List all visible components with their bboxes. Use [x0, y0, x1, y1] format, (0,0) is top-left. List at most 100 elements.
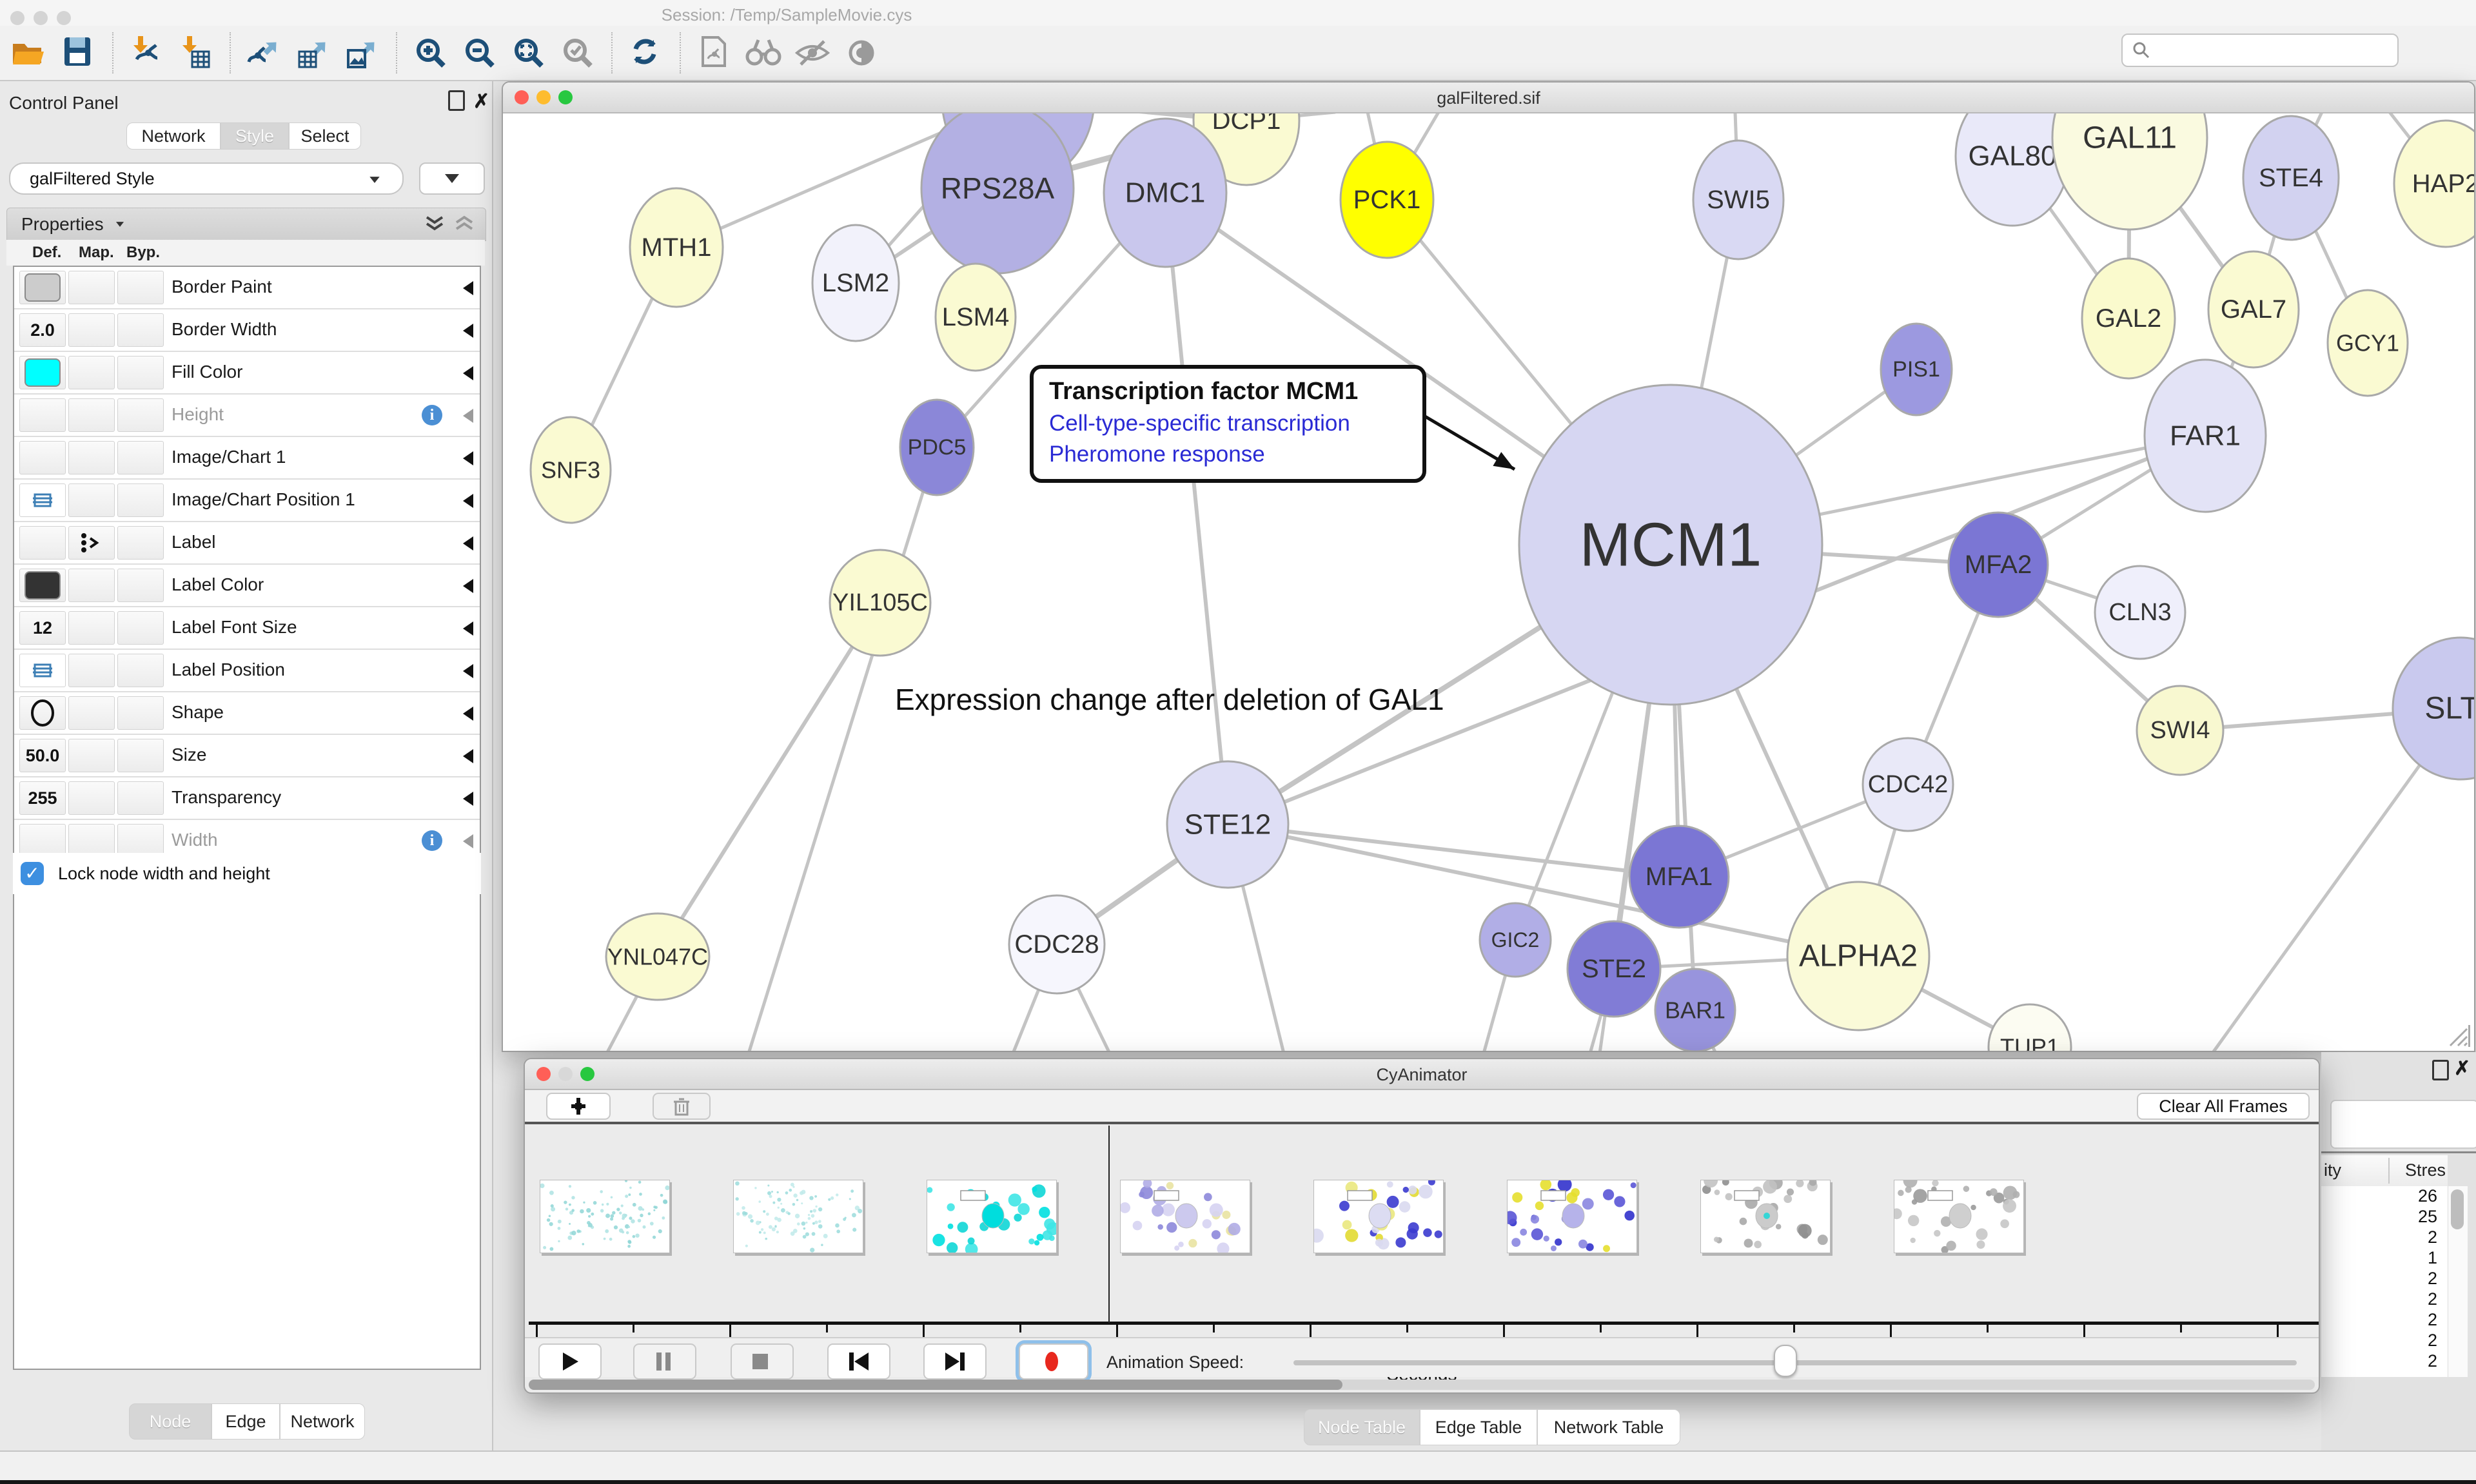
float-panel-icon[interactable] [2432, 1060, 2449, 1080]
mapping-cell[interactable] [68, 781, 115, 815]
annotation-box[interactable]: Transcription factor MCM1 Cell-type-spec… [1030, 365, 1426, 483]
clear-all-frames-button[interactable]: Clear All Frames [2137, 1093, 2310, 1120]
mapping-cell[interactable] [68, 569, 115, 602]
mapping-cell[interactable] [68, 313, 115, 347]
network-node-lsm4[interactable]: LSM4 [936, 264, 1016, 371]
delete-frame-button[interactable] [653, 1093, 711, 1120]
expand-property-icon[interactable] [463, 749, 473, 763]
default-value-cell[interactable] [19, 696, 66, 730]
table-row[interactable]: 2 [2321, 1227, 2448, 1248]
stop-button[interactable] [731, 1343, 794, 1380]
mapping-cell[interactable] [68, 739, 115, 772]
network-node-lsm2[interactable]: LSM2 [812, 225, 899, 341]
bypass-cell[interactable] [117, 739, 164, 772]
network-node-dmc1[interactable]: DMC1 [1104, 119, 1226, 267]
tab-network[interactable]: Network [280, 1403, 365, 1440]
bypass-cell[interactable] [117, 696, 164, 730]
frame-thumbnail-5[interactable] [1507, 1180, 1637, 1253]
playhead[interactable] [1108, 1126, 1110, 1323]
network-file-button[interactable] [694, 32, 735, 73]
cyanimator-timeline[interactable]: 0123456789 Seconds [525, 1124, 2319, 1337]
bypass-cell[interactable] [117, 313, 164, 347]
network-node-gic2[interactable]: GIC2 [1480, 903, 1551, 977]
collapse-all-icon[interactable] [453, 215, 475, 234]
network-node-pis1[interactable]: PIS1 [1881, 324, 1952, 415]
slider-handle[interactable] [1774, 1345, 1797, 1377]
bypass-cell[interactable] [117, 483, 164, 517]
table-row[interactable]: 2 [2321, 1269, 2448, 1289]
default-value-cell[interactable]: 12 [19, 611, 66, 645]
expand-property-icon[interactable] [463, 834, 473, 848]
default-value-cell[interactable] [19, 356, 66, 389]
network-node-gal7[interactable]: GAL7 [2208, 251, 2299, 367]
network-canvas[interactable]: RPS28BDCP1RPS28ADMC1PCK1MTH1LSM2LSM4SWI5… [503, 113, 2474, 1051]
default-value-cell[interactable] [19, 483, 66, 517]
open-session-button[interactable] [9, 32, 50, 73]
lock-size-checkbox[interactable]: ✓ [21, 862, 44, 885]
network-node-hap2[interactable]: HAP2 [2394, 121, 2474, 247]
network-node-yil105c[interactable]: YIL105C [830, 550, 930, 656]
network-node-far1[interactable]: FAR1 [2145, 360, 2266, 512]
search-input[interactable] [2121, 34, 2399, 67]
network-node-cdc28[interactable]: CDC28 [1009, 895, 1105, 993]
network-node-ste4[interactable]: STE4 [2243, 116, 2339, 240]
skip-start-button[interactable] [827, 1343, 890, 1380]
hide-selected-button[interactable] [792, 32, 833, 73]
frame-thumbnail-2[interactable] [927, 1180, 1057, 1253]
network-node-ynl047c[interactable]: YNL047C [606, 913, 709, 1000]
tab-select[interactable]: Select [289, 122, 361, 150]
column-divider[interactable] [2388, 1158, 2390, 1184]
export-network-button[interactable] [244, 32, 285, 73]
close-panel-icon[interactable]: ✗ [473, 90, 489, 113]
bypass-cell[interactable] [117, 271, 164, 304]
mapping-cell[interactable] [68, 654, 115, 687]
bypass-cell[interactable] [117, 441, 164, 474]
tab-network-table[interactable]: Network Table [1537, 1409, 1680, 1445]
network-node-gcy1[interactable]: GCY1 [2328, 290, 2408, 396]
tab-edge-table[interactable]: Edge Table [1420, 1409, 1537, 1445]
expand-property-icon[interactable] [463, 409, 473, 423]
mapping-cell[interactable] [68, 696, 115, 730]
bypass-cell[interactable] [117, 781, 164, 815]
expand-property-icon[interactable] [463, 707, 473, 721]
network-node-mfa1[interactable]: MFA1 [1629, 826, 1729, 928]
scrollbar-thumb[interactable] [2451, 1189, 2464, 1229]
network-node-alpha2[interactable]: ALPHA2 [1787, 882, 1929, 1030]
expand-property-icon[interactable] [463, 324, 473, 338]
export-table-button[interactable] [293, 32, 334, 73]
expand-property-icon[interactable] [463, 451, 473, 465]
skip-end-button[interactable] [923, 1343, 987, 1380]
tab-node-table[interactable]: Node Table [1304, 1409, 1420, 1445]
mapping-cell[interactable] [68, 398, 115, 432]
import-network-button[interactable] [126, 32, 168, 73]
network-node-ste2[interactable]: STE2 [1567, 921, 1660, 1017]
network-node-gal2[interactable]: GAL2 [2082, 259, 2175, 378]
info-icon[interactable]: i [422, 830, 442, 851]
refresh-layout-button[interactable] [625, 32, 667, 73]
network-node-mth1[interactable]: MTH1 [630, 188, 723, 307]
style-options-button[interactable] [419, 162, 485, 195]
expand-property-icon[interactable] [463, 366, 473, 380]
table-row[interactable]: 2 [2321, 1289, 2448, 1310]
frame-thumbnail-4[interactable] [1313, 1180, 1444, 1253]
style-dropdown[interactable]: galFiltered Style [9, 162, 404, 195]
table-row[interactable]: 2 [2321, 1351, 2448, 1372]
resize-grip[interactable] [2446, 1025, 2470, 1047]
expand-property-icon[interactable] [463, 494, 473, 508]
network-node-ste12[interactable]: STE12 [1167, 761, 1288, 888]
mapping-cell[interactable] [68, 356, 115, 389]
float-panel-icon[interactable] [448, 90, 465, 111]
table-row[interactable]: 2 [2321, 1331, 2448, 1351]
close-panel-icon[interactable]: ✗ [2454, 1057, 2470, 1080]
properties-header[interactable]: Properties [6, 208, 486, 241]
network-node-cln3[interactable]: CLN3 [2095, 566, 2185, 659]
network-node-bar1[interactable]: BAR1 [1655, 969, 1735, 1051]
record-button[interactable] [1019, 1343, 1088, 1380]
expand-property-icon[interactable] [463, 579, 473, 593]
tab-style[interactable]: Style [221, 122, 289, 150]
zoom-out-button[interactable] [459, 32, 500, 73]
network-caption[interactable]: Expression change after deletion of GAL1 [895, 682, 1444, 717]
zoom-selected-button[interactable] [557, 32, 598, 73]
frame-thumbnail-6[interactable] [1700, 1180, 1831, 1253]
default-value-cell[interactable] [19, 654, 66, 687]
